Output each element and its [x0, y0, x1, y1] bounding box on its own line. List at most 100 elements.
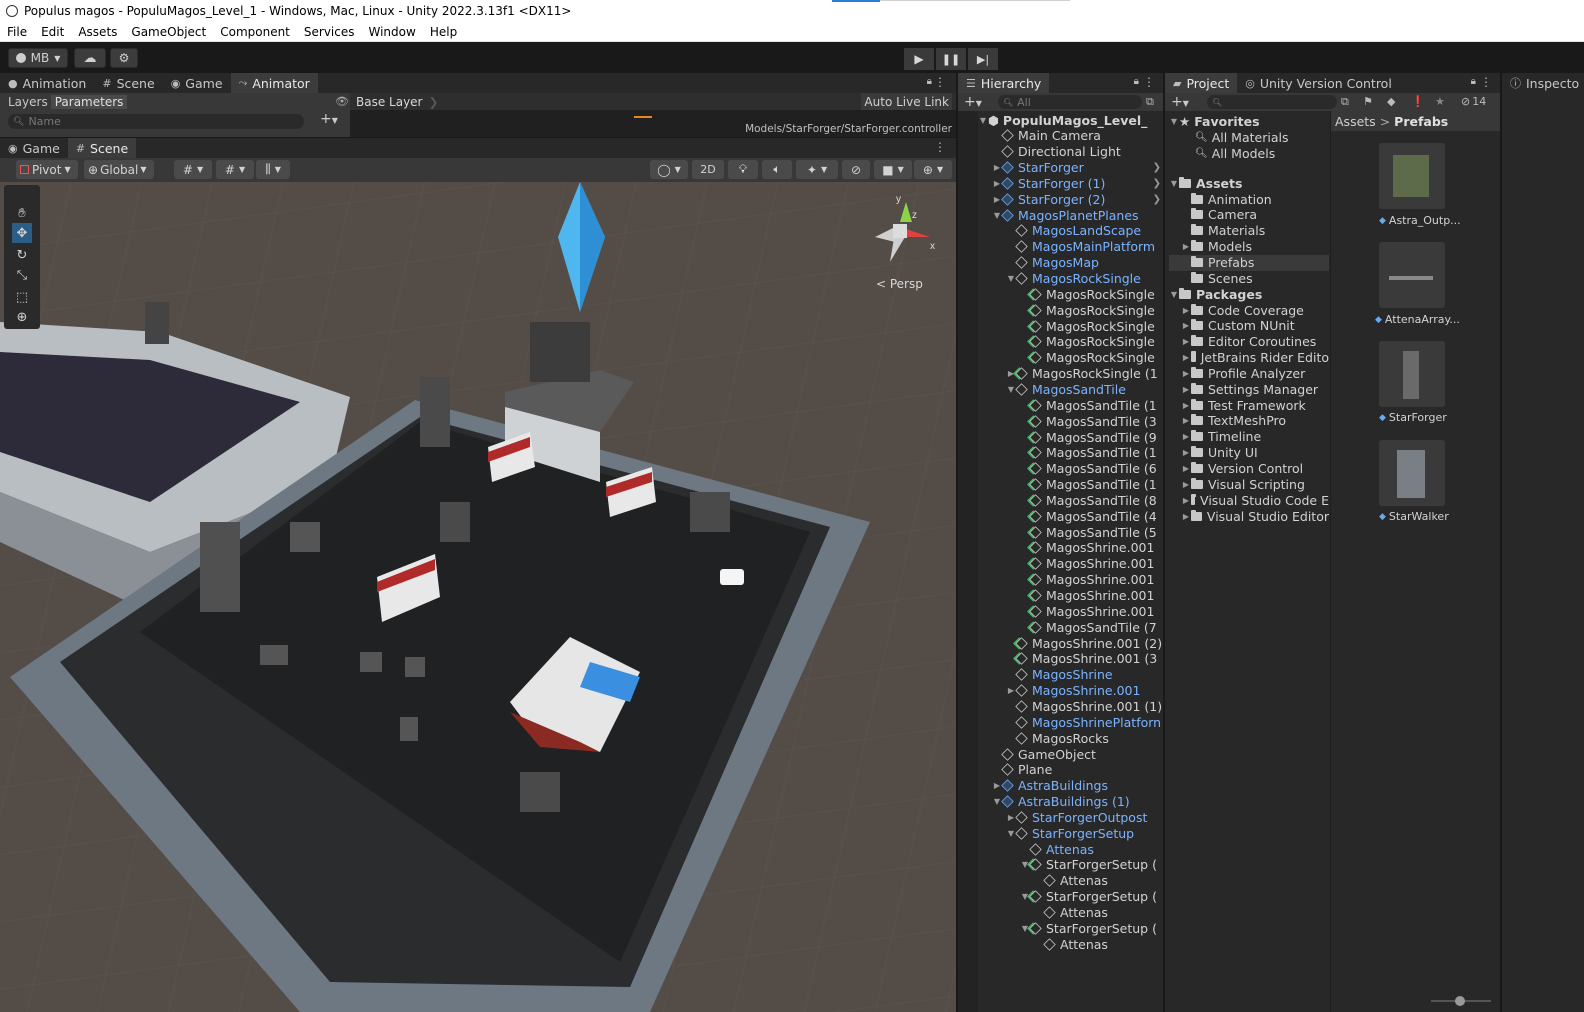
favorite-star-icon[interactable]: ★ — [1435, 95, 1445, 108]
hierarchy-item[interactable]: ▼ AstraBuildings (1) — [992, 794, 1163, 810]
folder-item[interactable]: Prefabs — [1169, 254, 1329, 271]
hierarchy-item[interactable]: ▶ StarForger ❯ — [992, 160, 1163, 176]
expand-right-icon[interactable]: ▶ — [1181, 337, 1191, 346]
hierarchy-item[interactable]: MagosShrine.001 — [1020, 556, 1163, 572]
hierarchy-item[interactable]: MagosSandTile (1 — [1020, 397, 1163, 413]
collab-button[interactable]: ⚙ — [110, 48, 138, 68]
hierarchy-item[interactable]: ▼ StarForgerSetup — [1006, 825, 1163, 841]
lighting-toggle[interactable]: 💡︎ — [728, 160, 758, 179]
package-item[interactable]: ▶ Unity UI — [1169, 445, 1329, 461]
scale-tool[interactable]: ⤡ — [12, 265, 32, 285]
base-layer-label[interactable]: Base Layer — [350, 95, 423, 109]
package-item[interactable]: ▶ Settings Manager — [1169, 381, 1329, 397]
folder-item[interactable]: Animation — [1169, 191, 1329, 207]
favorite-item[interactable]: 🔍︎ All Materials — [1195, 129, 1288, 145]
align-button[interactable]: ⫼ ▼ — [256, 160, 290, 179]
package-item[interactable]: ▶ Visual Studio Editor — [1169, 508, 1329, 524]
favorites-header[interactable]: ▼ ★ Favorites — [1169, 113, 1260, 129]
hierarchy-item[interactable]: MagosRockSingle — [1020, 286, 1163, 302]
expand-down-icon[interactable]: ▼ — [1020, 860, 1030, 869]
assets-header[interactable]: ▼ Assets — [1169, 175, 1243, 191]
hierarchy-item[interactable]: ▼ MagosPlanetPlanes — [992, 207, 1163, 223]
hierarchy-item[interactable]: ▶ StarForger (1) ❯ — [992, 175, 1163, 191]
eye-icon[interactable]: 👁︎ — [335, 95, 349, 108]
package-item[interactable]: ▶ JetBrains Rider Edito — [1169, 350, 1329, 366]
more-icon[interactable]: ⋮ — [934, 140, 946, 154]
animator-graph[interactable]: Models/StarForger/StarForger.controller — [350, 110, 956, 137]
step-button[interactable]: ▶| — [968, 48, 998, 70]
parameters-tab[interactable]: Parameters — [50, 94, 128, 109]
more-icon[interactable]: ⋮ — [1143, 75, 1155, 89]
expand-right-icon[interactable]: ▶ — [1181, 464, 1191, 473]
hierarchy-item[interactable]: MagosRockSingle — [1020, 350, 1163, 366]
hierarchy-item[interactable]: ▼ StarForgerSetup ( — [1020, 920, 1163, 936]
more-icon[interactable]: ⋮ — [1480, 75, 1492, 89]
tab-game[interactable]: ◉ Game — [0, 138, 68, 158]
hierarchy-item[interactable]: ▼ MagosRockSingle — [1006, 271, 1163, 287]
hierarchy-item[interactable]: ▶ MagosShrine.001 — [1006, 683, 1163, 699]
tab-scene[interactable]: # Scene — [67, 138, 137, 158]
hierarchy-item[interactable]: MagosRockSingle — [1020, 334, 1163, 350]
asset-label[interactable]: ◆ AttenaArray... — [1375, 313, 1460, 326]
tag-icon[interactable]: ◆ — [1387, 95, 1395, 108]
hierarchy-item[interactable]: ▶ AstraBuildings — [992, 778, 1163, 794]
favorite-item[interactable]: 🔍︎ All Models — [1195, 145, 1275, 161]
add-object-button[interactable]: +▼ — [964, 94, 982, 110]
search-by-label-icon[interactable]: ⚑ — [1363, 95, 1373, 108]
hierarchy-item[interactable]: MagosShrine.001 (2) — [1006, 635, 1163, 651]
hierarchy-item[interactable]: MagosSandTile (1 — [1020, 445, 1163, 461]
layers-tab[interactable]: Layers — [5, 95, 51, 109]
expand-right-icon[interactable]: ▶ — [1181, 416, 1191, 425]
asset-label[interactable]: ◆ StarWalker — [1379, 510, 1449, 523]
hierarchy-item[interactable]: ▶ StarForgerOutpost — [1006, 809, 1163, 825]
hierarchy-item[interactable]: MagosShrine.001 (1) — [1006, 698, 1163, 714]
package-item[interactable]: ▶ Timeline — [1169, 429, 1329, 445]
tab-version-control[interactable]: ◎ Unity Version Control — [1237, 73, 1400, 93]
hierarchy-item[interactable]: MagosMainPlatform — [1006, 239, 1163, 255]
expand-right-icon[interactable]: ▶ — [1181, 353, 1191, 362]
hierarchy-item[interactable]: MagosSandTile (7 — [1020, 619, 1163, 635]
package-item[interactable]: ▶ Visual Studio Code E — [1169, 492, 1329, 508]
hierarchy-item[interactable]: MagosSandTile (3 — [1020, 413, 1163, 429]
asset-label[interactable]: ◆ StarForger — [1379, 411, 1447, 424]
hierarchy-item[interactable]: MagosSandTile (6 — [1020, 461, 1163, 477]
package-item[interactable]: ▶ Version Control — [1169, 461, 1329, 477]
asset-label[interactable]: ◆ Astra_Outp... — [1379, 214, 1461, 227]
asset-thumbnail[interactable] — [1379, 143, 1445, 209]
tab-scene-top[interactable]: # Scene — [94, 73, 162, 93]
auto-live-link-button[interactable]: Auto Live Link — [861, 93, 952, 110]
asset-thumbnail[interactable] — [1379, 242, 1445, 308]
menu-gameobject[interactable]: GameObject — [124, 25, 213, 39]
breadcrumb-prefabs[interactable]: Prefabs — [1394, 114, 1448, 129]
hierarchy-item[interactable]: MagosShrine — [1006, 667, 1163, 683]
grid-snap-button[interactable]: # ▼ — [174, 160, 212, 179]
hierarchy-item[interactable]: MagosShrinePlatforn — [1006, 714, 1163, 730]
package-item[interactable]: ▶ TextMeshPro — [1169, 413, 1329, 429]
hierarchy-item[interactable]: MagosRocks — [1006, 730, 1163, 746]
shading-mode-button[interactable]: ◯ ▼ — [650, 160, 688, 179]
tab-project[interactable]: ▰ Project — [1165, 73, 1238, 93]
menu-edit[interactable]: Edit — [34, 25, 71, 39]
asset-thumbnail[interactable] — [1379, 341, 1445, 407]
more-icon[interactable]: ⋮ — [934, 75, 946, 89]
expand-right-icon[interactable]: ▶ — [1181, 448, 1191, 457]
hierarchy-search[interactable]: 🔍︎ All — [998, 95, 1142, 109]
lock-icon[interactable]: 🔒︎ — [927, 76, 932, 87]
package-item[interactable]: ▶ Test Framework — [1169, 397, 1329, 413]
hierarchy-item[interactable]: MagosShrine.001 — [1020, 572, 1163, 588]
menu-window[interactable]: Window — [362, 25, 423, 39]
cloud-button[interactable]: ☁ — [74, 48, 106, 68]
thumbnail-size-slider[interactable] — [1431, 996, 1491, 1006]
lock-icon[interactable]: 🔒︎ — [1471, 76, 1476, 87]
expand-right-icon[interactable]: ▶ — [1181, 306, 1191, 315]
open-prefab-icon[interactable]: ❯ — [1153, 162, 1161, 173]
folder-item[interactable]: Camera — [1169, 207, 1329, 223]
tab-animator[interactable]: ⤳ Animator — [230, 73, 318, 93]
scene-picker-icon[interactable]: ⧉ — [1146, 95, 1154, 109]
hierarchy-item[interactable]: MagosShrine.001 — [1020, 588, 1163, 604]
menu-services[interactable]: Services — [297, 25, 362, 39]
package-item[interactable]: ▶ Editor Coroutines — [1169, 334, 1329, 350]
hierarchy-item[interactable]: MagosSandTile (1 — [1020, 477, 1163, 493]
audio-toggle[interactable]: 🔈︎ — [762, 160, 792, 179]
project-search[interactable]: 🔍︎ — [1207, 95, 1337, 109]
